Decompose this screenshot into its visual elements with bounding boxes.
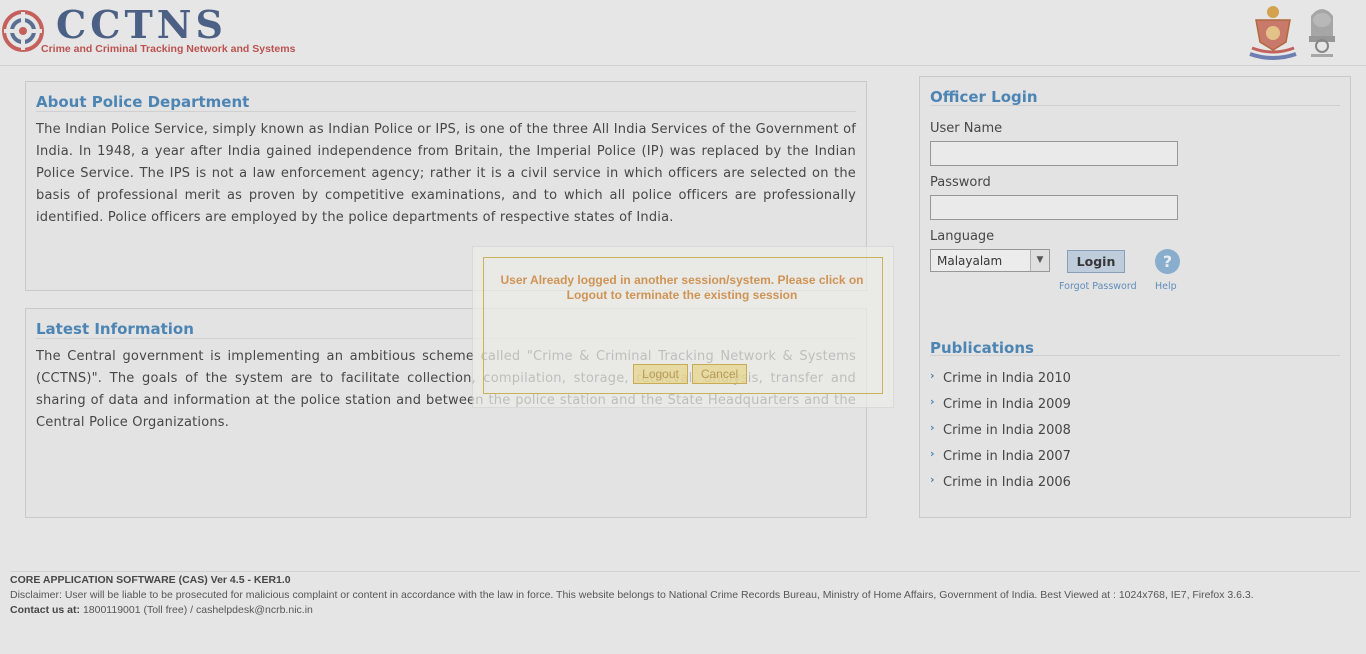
dialog-message: User Already logged in another session/s… — [500, 273, 864, 302]
cancel-button[interactable]: Cancel — [692, 364, 747, 384]
session-dialog: User Already logged in another session/s… — [473, 247, 893, 407]
logout-button[interactable]: Logout — [633, 364, 688, 384]
